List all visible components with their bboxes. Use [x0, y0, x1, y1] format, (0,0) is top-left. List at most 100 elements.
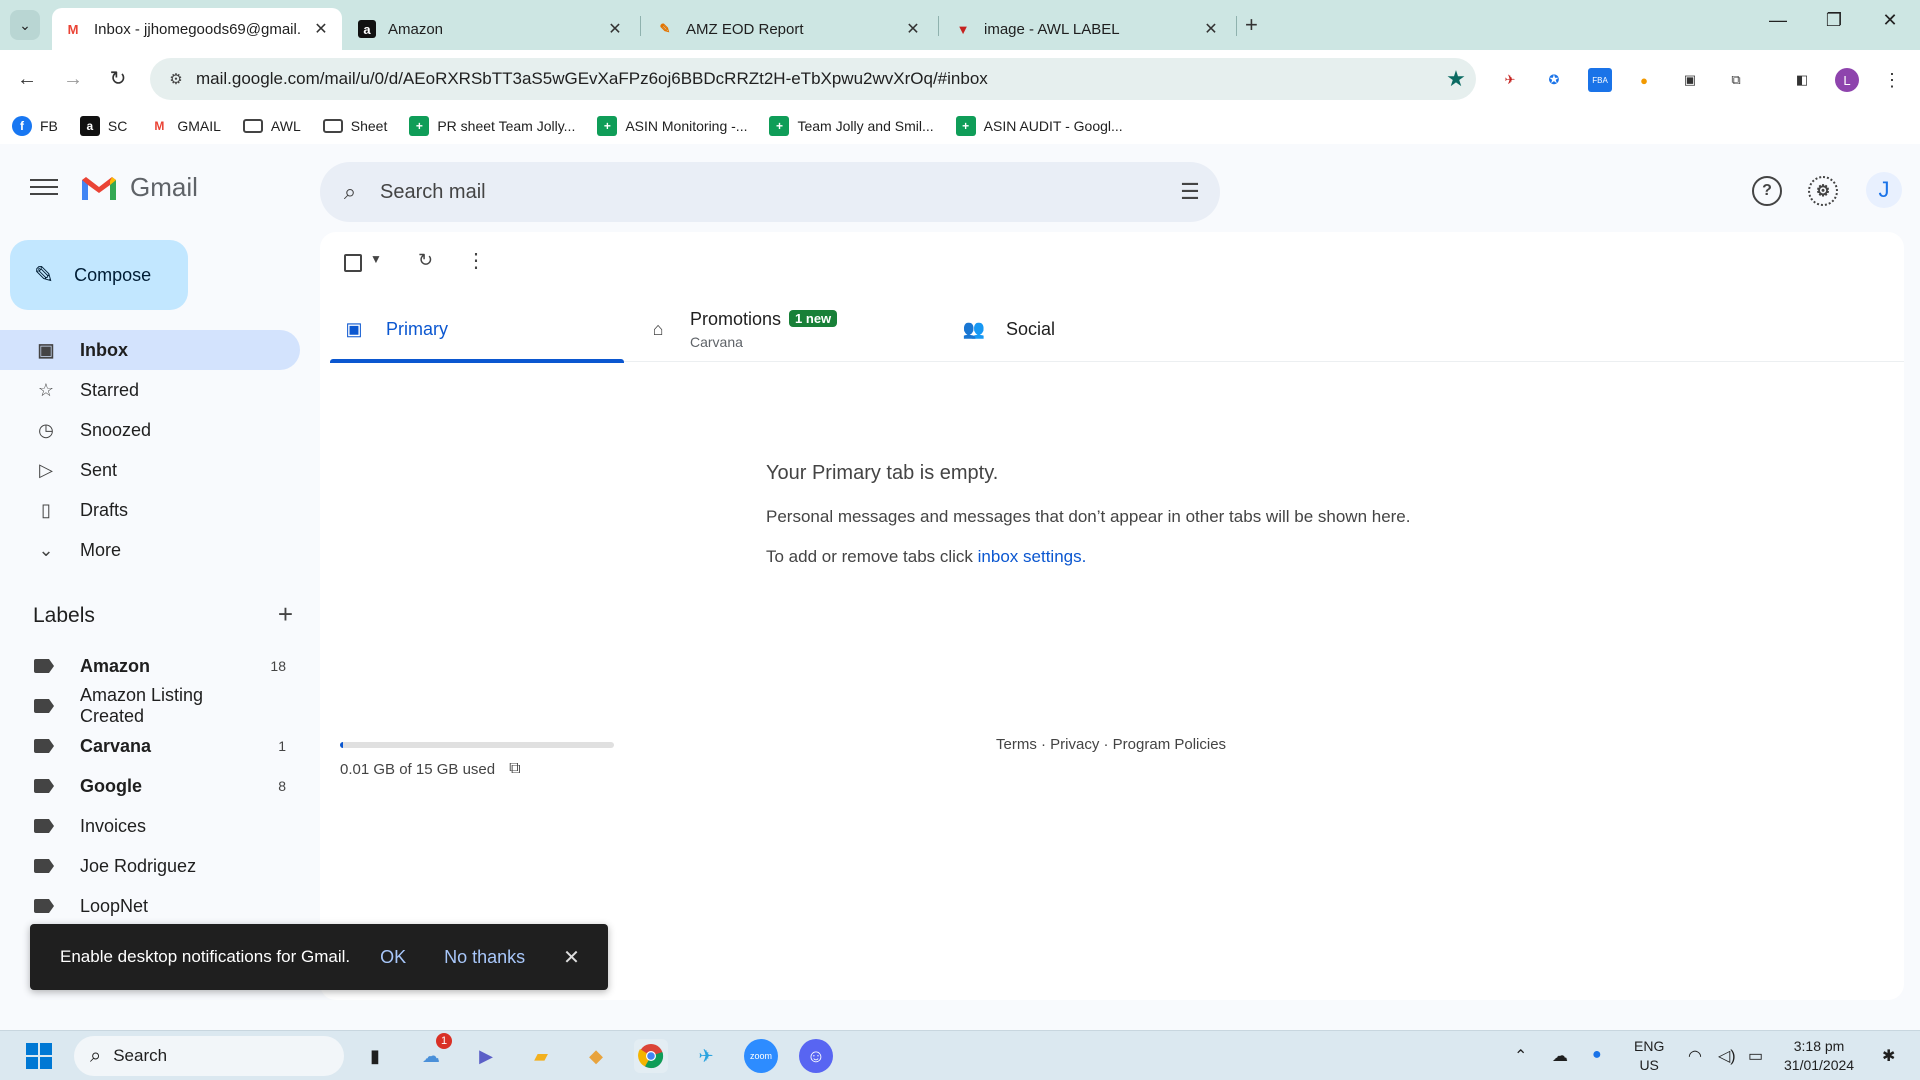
search-input[interactable]: Search mail: [380, 181, 1160, 204]
microphone-icon[interactable]: ●: [1592, 1046, 1602, 1064]
new-badge: 1 new: [789, 309, 838, 327]
labels-header: Labels +: [33, 601, 293, 628]
open-external-icon[interactable]: ⧉: [509, 760, 520, 778]
extensions-puzzle-icon[interactable]: ⧉: [1724, 68, 1748, 92]
zoom-icon[interactable]: zoom: [744, 1039, 778, 1073]
bookmark-fb[interactable]: f FB: [12, 116, 58, 136]
nav-more[interactable]: ⌄ More: [0, 530, 300, 570]
extension-icon[interactable]: ✈: [1498, 68, 1522, 92]
bookmark-asin-monitoring[interactable]: + ASIN Monitoring -...: [597, 116, 747, 136]
side-panel-icon[interactable]: ◧: [1790, 68, 1814, 92]
extension-icon[interactable]: ●: [1632, 68, 1656, 92]
compose-button[interactable]: ✎ Compose: [10, 240, 188, 310]
settings-gear-icon[interactable]: ⚙: [1808, 176, 1838, 206]
people-icon: 👥: [962, 318, 986, 339]
windows-start-icon[interactable]: [22, 1039, 56, 1073]
volume-icon[interactable]: ◁): [1718, 1046, 1736, 1066]
bookmark-pr-sheet[interactable]: + PR sheet Team Jolly...: [409, 116, 575, 136]
tab-promotions[interactable]: ⌂ Promotions 1 new Carvana: [646, 296, 940, 362]
label-amazon-listing-created[interactable]: Amazon Listing Created: [0, 685, 300, 726]
browser-tab-eod-report[interactable]: ✎ AMZ EOD Report ✕: [644, 8, 934, 50]
label-joe-rodriguez[interactable]: Joe Rodriguez: [0, 846, 300, 886]
nav-inbox[interactable]: ▣ Inbox: [0, 330, 300, 370]
address-bar[interactable]: ⚙ mail.google.com/mail/u/0/d/AEoRXRSbTT3…: [150, 58, 1476, 100]
language-indicator[interactable]: ENG US: [1634, 1037, 1664, 1075]
browser-tab-amazon[interactable]: a Amazon ✕: [346, 8, 636, 50]
add-label-icon[interactable]: +: [278, 601, 293, 628]
task-view-icon[interactable]: ▮: [358, 1039, 392, 1073]
bookmark-awl[interactable]: AWL: [242, 118, 301, 134]
main-menu-icon[interactable]: [30, 174, 58, 202]
close-tab-icon[interactable]: ✕: [606, 19, 624, 39]
label-tag-icon: [34, 859, 54, 873]
discord-icon[interactable]: ☺: [799, 1039, 833, 1073]
show-hidden-icons-icon[interactable]: ⌃: [1514, 1046, 1527, 1066]
browser-menu-icon[interactable]: ⋮: [1880, 68, 1904, 92]
account-avatar[interactable]: J: [1866, 172, 1902, 208]
app-icon[interactable]: ◆: [579, 1039, 613, 1073]
close-window-icon[interactable]: ✕: [1870, 10, 1910, 31]
restore-icon[interactable]: ❐: [1814, 10, 1854, 31]
back-icon[interactable]: ←: [12, 64, 42, 94]
minimize-icon[interactable]: —: [1758, 10, 1798, 31]
bookmark-team-jolly[interactable]: + Team Jolly and Smil...: [769, 116, 934, 136]
system-clock[interactable]: 3:18 pm 31/01/2024: [1784, 1037, 1854, 1075]
tab-social[interactable]: 👥 Social: [962, 296, 1256, 362]
browser-tab-awl-label[interactable]: ▼ image - AWL LABEL ✕: [942, 8, 1232, 50]
toast-no-thanks-button[interactable]: No thanks: [444, 947, 525, 968]
forward-icon[interactable]: →: [58, 64, 88, 94]
chrome-icon[interactable]: [634, 1039, 668, 1073]
onedrive-icon[interactable]: ☁: [1552, 1046, 1568, 1066]
nav-sent[interactable]: ▷ Sent: [0, 450, 300, 490]
extension-icon[interactable]: ✪: [1542, 68, 1566, 92]
notifications-icon[interactable]: ✱: [1882, 1046, 1895, 1066]
weather-icon[interactable]: ☁ 1: [414, 1033, 452, 1073]
search-icon[interactable]: ⌕: [320, 179, 380, 205]
select-dropdown-icon[interactable]: ▼: [370, 252, 382, 266]
bookmark-sheet[interactable]: Sheet: [322, 118, 387, 134]
reload-icon[interactable]: ↻: [103, 64, 133, 94]
profile-avatar[interactable]: L: [1835, 68, 1859, 92]
bookmark-gmail[interactable]: M GMAIL: [149, 116, 221, 136]
close-icon[interactable]: ✕: [563, 945, 580, 970]
browser-tab-inbox[interactable]: M Inbox - jjhomegoods69@gmail. ✕: [52, 8, 342, 50]
search-mail-bar[interactable]: ⌕ Search mail ☰: [320, 162, 1220, 222]
refresh-icon[interactable]: ↻: [418, 250, 433, 271]
select-all-checkbox[interactable]: [344, 254, 362, 272]
taskbar-search[interactable]: ⌕ Search: [74, 1036, 344, 1076]
label-invoices[interactable]: Invoices: [0, 806, 300, 846]
file-explorer-icon[interactable]: ▰: [524, 1039, 558, 1073]
close-tab-icon[interactable]: ✕: [312, 19, 330, 39]
footer-links[interactable]: Terms · Privacy · Program Policies: [996, 736, 1226, 753]
new-tab-button[interactable]: +: [1245, 12, 1258, 38]
bookmark-star-icon[interactable]: ★: [1436, 66, 1476, 92]
label-tag-icon: [34, 699, 54, 713]
bookmark-sc[interactable]: a SC: [79, 116, 127, 136]
site-info-icon[interactable]: ⚙: [156, 70, 196, 88]
fba-extension-icon[interactable]: FBA: [1588, 68, 1612, 92]
label-google[interactable]: Google 8: [0, 766, 300, 806]
nav-drafts[interactable]: ▯ Drafts: [0, 490, 300, 530]
camera-extension-icon[interactable]: ▣: [1678, 68, 1702, 92]
gmail-logo[interactable]: Gmail: [80, 172, 198, 203]
label-loopnet[interactable]: LoopNet: [0, 886, 300, 926]
wifi-icon[interactable]: ◠: [1688, 1046, 1702, 1066]
close-tab-icon[interactable]: ✕: [904, 19, 922, 39]
help-icon[interactable]: ?: [1752, 176, 1782, 206]
label-amazon[interactable]: Amazon 18: [0, 646, 300, 686]
telegram-icon[interactable]: ✈: [689, 1039, 723, 1073]
more-options-icon[interactable]: ⋮: [466, 248, 486, 273]
search-options-icon[interactable]: ☰: [1160, 179, 1220, 205]
nav-starred[interactable]: ☆ Starred: [0, 370, 300, 410]
bookmark-asin-audit[interactable]: + ASIN AUDIT - Googl...: [955, 116, 1123, 136]
tab-primary[interactable]: ▣ Primary: [330, 296, 624, 363]
nav-snoozed[interactable]: ◷ Snoozed: [0, 410, 300, 450]
toast-ok-button[interactable]: OK: [380, 947, 406, 968]
label-carvana[interactable]: Carvana 1: [0, 726, 300, 766]
close-tab-icon[interactable]: ✕: [1202, 19, 1220, 39]
url-text[interactable]: mail.google.com/mail/u/0/d/AEoRXRSbTT3aS…: [196, 69, 1436, 89]
inbox-settings-link[interactable]: inbox settings: [978, 547, 1082, 566]
battery-icon[interactable]: ▭: [1748, 1046, 1763, 1066]
teams-icon[interactable]: ▶: [469, 1039, 503, 1073]
tab-search-button[interactable]: ⌄: [10, 10, 40, 40]
